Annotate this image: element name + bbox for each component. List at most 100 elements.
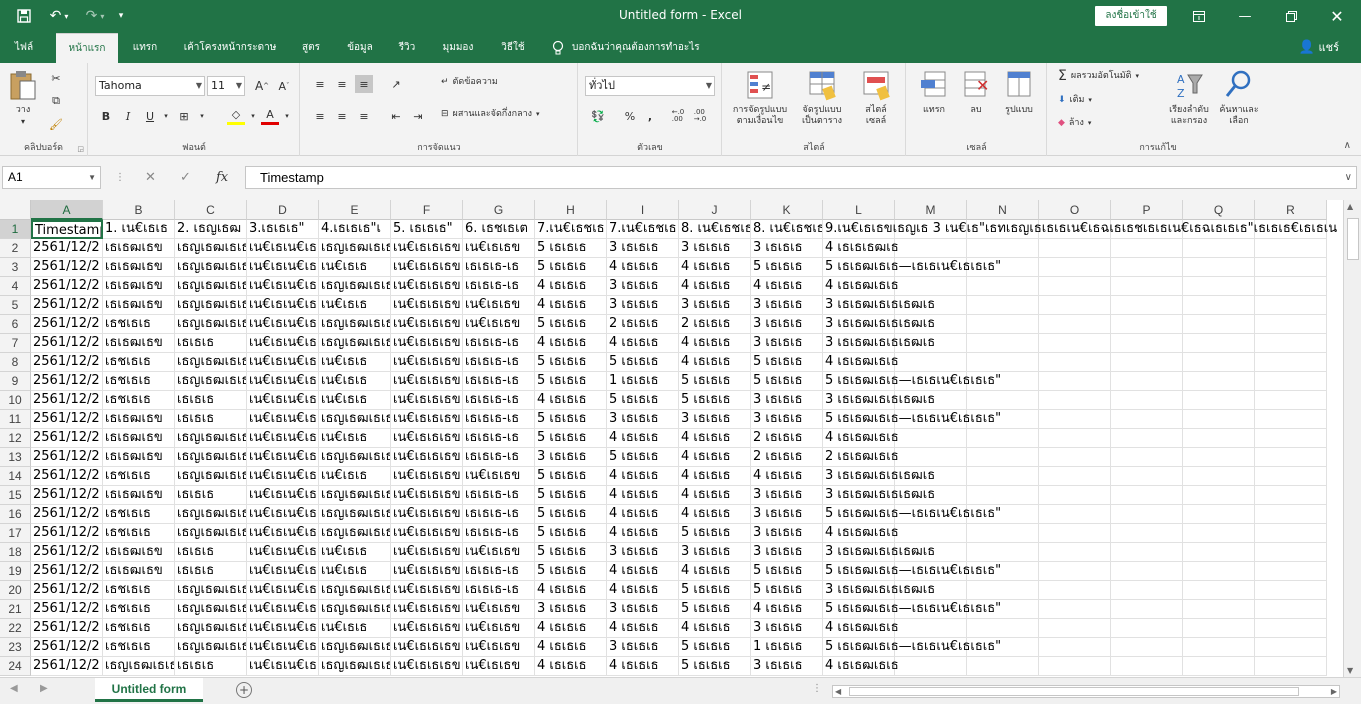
horizontal-scroll-thumb[interactable] bbox=[849, 687, 1299, 696]
share-button[interactable]: 👤 แชร์ bbox=[1299, 33, 1339, 63]
cell[interactable]: 2 เธเธเธ bbox=[751, 429, 823, 448]
cell[interactable]: 4 เธเธฒเธเธ bbox=[823, 524, 899, 543]
cell[interactable]: 2561/12/2 bbox=[31, 296, 103, 315]
cell[interactable]: เธญเธฒเธเธ bbox=[175, 372, 247, 391]
cell[interactable] bbox=[1039, 657, 1111, 676]
column-header-m[interactable]: M bbox=[895, 200, 967, 220]
cell[interactable]: 3 เธเธฒเธเธเธฒเธ bbox=[823, 543, 935, 562]
autosum-button[interactable]: Σ ผลรวมอัตโนมัติ ▾ bbox=[1058, 69, 1139, 83]
cell[interactable]: 3 เธเธฒเธเธเธฒเธ bbox=[823, 334, 935, 353]
cell[interactable]: 4 เธเธเธ bbox=[679, 562, 751, 581]
cell[interactable]: 5 เธเธเธ bbox=[679, 600, 751, 619]
cell[interactable]: 3 เธเธเธ bbox=[679, 410, 751, 429]
cell[interactable] bbox=[967, 429, 1039, 448]
cell[interactable]: 4 เธเธเธ bbox=[607, 619, 679, 638]
cell[interactable]: เธเธเธ bbox=[175, 410, 247, 429]
cell[interactable] bbox=[1183, 277, 1255, 296]
cell[interactable]: 5 เธเธเธ bbox=[751, 353, 823, 372]
cell[interactable]: 4 เธเธเธ bbox=[607, 258, 679, 277]
cell[interactable] bbox=[967, 277, 1039, 296]
cell[interactable]: เธญเธฒเธเธ bbox=[319, 239, 391, 258]
chevron-down-icon[interactable]: ▾ bbox=[278, 107, 296, 125]
cell[interactable]: เน€เธเธข bbox=[463, 600, 535, 619]
cell[interactable] bbox=[1111, 486, 1183, 505]
fill-button[interactable]: ⬇ เติม ▾ bbox=[1058, 95, 1092, 106]
cell[interactable]: เธเธเธ-เธ bbox=[463, 391, 535, 410]
cell[interactable] bbox=[1111, 277, 1183, 296]
cell[interactable]: 2561/12/2 bbox=[31, 353, 103, 372]
cell[interactable]: 5 เธเธเธ bbox=[751, 258, 823, 277]
cell[interactable]: เน€เธเน€เธ bbox=[247, 581, 319, 600]
copy-icon[interactable]: ⧉ bbox=[47, 92, 65, 110]
cell[interactable]: 3 เธเธฒเธเธเธฒเธ bbox=[823, 296, 935, 315]
cell[interactable]: 4 เธเธฒเธเธ bbox=[823, 353, 899, 372]
column-header-g[interactable]: G bbox=[463, 200, 535, 220]
cell[interactable]: เน€เธเน€เธ bbox=[247, 334, 319, 353]
wrap-text-button[interactable]: ↵ ตัดข้อความ bbox=[441, 77, 498, 88]
prev-sheet-icon[interactable]: ◀ bbox=[10, 683, 18, 694]
cell[interactable]: เน€เธเน€เธ bbox=[247, 410, 319, 429]
tab-splitter-icon[interactable]: ⋮ bbox=[812, 683, 822, 694]
cell[interactable] bbox=[1111, 581, 1183, 600]
cell[interactable]: เน€เธเธเธข bbox=[391, 638, 463, 657]
cell[interactable]: 3 เธเธฒเธเธเธฒเธ bbox=[823, 486, 935, 505]
cell[interactable]: 3 เธเธเธ bbox=[751, 239, 823, 258]
name-box[interactable]: A1 ▼ bbox=[2, 166, 101, 189]
cell[interactable] bbox=[895, 353, 967, 372]
cell[interactable]: 1. เน€เธเธ bbox=[103, 220, 175, 239]
format-as-table-button[interactable]: จัดรูปแบบ เป็นตาราง bbox=[793, 69, 851, 127]
cell[interactable]: 2561/12/2 bbox=[31, 239, 103, 258]
cell[interactable]: 4 เธเธเธ bbox=[679, 258, 751, 277]
align-center-icon[interactable]: ≡ bbox=[333, 107, 351, 125]
cell[interactable]: เน€เธเธเธข bbox=[391, 524, 463, 543]
cell[interactable] bbox=[1039, 448, 1111, 467]
row-header[interactable]: 24 bbox=[0, 657, 31, 676]
cell[interactable]: 5 เธเธเธ bbox=[535, 467, 607, 486]
cell[interactable] bbox=[1255, 581, 1327, 600]
cell[interactable]: 5 เธเธฒเธเธ—เธเธเน€เธเธเธ" bbox=[823, 638, 1001, 657]
cell[interactable] bbox=[1039, 410, 1111, 429]
cell[interactable] bbox=[1039, 562, 1111, 581]
column-header-o[interactable]: O bbox=[1039, 200, 1111, 220]
align-right-icon[interactable]: ≡ bbox=[355, 107, 373, 125]
vertical-scroll-thumb[interactable] bbox=[1347, 218, 1359, 260]
cell[interactable]: 2561/12/2 bbox=[31, 334, 103, 353]
row-header[interactable]: 17 bbox=[0, 524, 31, 543]
tab-view[interactable]: มุมมอง bbox=[434, 33, 482, 63]
cell[interactable]: เธเธเธ-เธ bbox=[463, 524, 535, 543]
cell[interactable]: เน€เธเน€เธ bbox=[247, 448, 319, 467]
cell[interactable]: เธญเธฒเธเธ bbox=[319, 581, 391, 600]
font-name-combo[interactable]: Tahoma ▼ bbox=[95, 76, 205, 96]
row-header[interactable]: 19 bbox=[0, 562, 31, 581]
cell[interactable]: เน€เธเธเธข bbox=[391, 410, 463, 429]
cell[interactable] bbox=[1255, 353, 1327, 372]
cell[interactable]: 2561/12/2 bbox=[31, 581, 103, 600]
cell[interactable]: 3 เธเธเธ bbox=[751, 657, 823, 676]
cell[interactable]: เน€เธเน€เธ bbox=[247, 391, 319, 410]
cell[interactable] bbox=[1111, 467, 1183, 486]
cell[interactable]: เธเธเธ bbox=[175, 657, 247, 676]
cell[interactable]: 5 เธเธเธ bbox=[535, 372, 607, 391]
cell[interactable]: เน€เธเธ bbox=[319, 258, 391, 277]
column-header-r[interactable]: R bbox=[1255, 200, 1327, 220]
cell[interactable]: เธญเธฒเธเธ bbox=[175, 353, 247, 372]
row-header[interactable]: 2 bbox=[0, 239, 31, 258]
cell[interactable] bbox=[1183, 353, 1255, 372]
chevron-down-icon[interactable]: ▾ bbox=[244, 107, 262, 125]
cell[interactable]: 5 เธเธเธ bbox=[607, 353, 679, 372]
cell[interactable] bbox=[1039, 372, 1111, 391]
row-header[interactable]: 12 bbox=[0, 429, 31, 448]
cell[interactable] bbox=[1255, 562, 1327, 581]
cell[interactable]: 8. เน€เธชเธ bbox=[679, 220, 751, 239]
cell[interactable] bbox=[967, 543, 1039, 562]
cell[interactable]: 5 เธเธเธ bbox=[607, 448, 679, 467]
cell[interactable]: 5 เธเธฒเธเธ—เธเธเน€เธเธเธ" bbox=[823, 410, 1001, 429]
cell[interactable]: 4 เธเธเธ bbox=[751, 467, 823, 486]
row-header[interactable]: 1 bbox=[0, 220, 31, 239]
cell[interactable] bbox=[1039, 543, 1111, 562]
row-header[interactable]: 16 bbox=[0, 505, 31, 524]
cell[interactable]: เธเธฒเธข bbox=[103, 334, 175, 353]
cell[interactable]: 5 เธเธเธ bbox=[679, 638, 751, 657]
cell[interactable] bbox=[1255, 619, 1327, 638]
row-header[interactable]: 3 bbox=[0, 258, 31, 277]
